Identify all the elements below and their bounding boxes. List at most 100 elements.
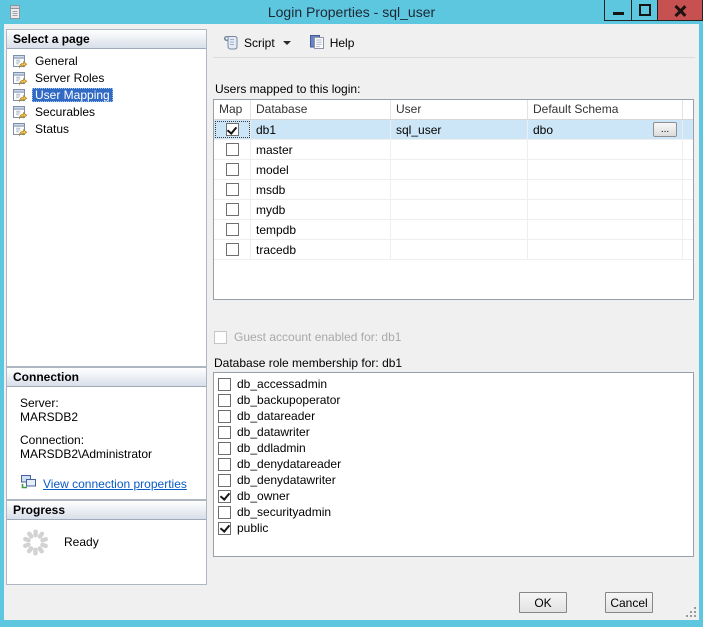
column-header-database[interactable]: Database	[251, 100, 391, 119]
role-checkbox[interactable]	[218, 425, 231, 439]
sidebar-item-securables[interactable]: Securables	[7, 103, 206, 120]
users-mapped-table: Map Database User Default Schema db1 sql_use…	[213, 99, 694, 300]
map-cell	[214, 200, 251, 219]
close-icon	[674, 4, 687, 17]
table-row-tempdb[interactable]: tempdb	[214, 220, 693, 240]
table-body: db1 sql_user dbo... master model msdb mydb temp…	[214, 120, 693, 260]
role-item-db-datareader[interactable]: db_datareader	[218, 408, 693, 424]
role-checkbox[interactable]	[218, 505, 231, 519]
maximize-button[interactable]	[632, 0, 658, 21]
role-checkbox[interactable]	[218, 377, 231, 391]
table-row-msdb[interactable]: msdb	[214, 180, 693, 200]
map-checkbox[interactable]	[225, 223, 239, 236]
sidebar-item-label: Securables	[35, 104, 96, 119]
user-cell: sql_user	[391, 120, 528, 139]
map-checkbox[interactable]	[225, 163, 239, 176]
progress-spinner-icon	[21, 528, 50, 562]
sidebar-item-user-mapping[interactable]: User Mapping	[7, 86, 206, 103]
progress-panel: Progress Ready	[6, 500, 207, 585]
sidebar-item-label: General	[35, 53, 78, 68]
connection-panel: Connection Server: MARSDB2 Connection: M…	[6, 367, 207, 500]
table-row-db1[interactable]: db1 sql_user dbo...	[214, 120, 693, 140]
role-item-db-owner[interactable]: db_owner	[218, 488, 693, 504]
sidebar-item-server-roles[interactable]: Server Roles	[7, 69, 206, 86]
role-label: db_owner	[237, 489, 290, 503]
user-cell	[391, 160, 528, 179]
table-row-tracedb[interactable]: tracedb	[214, 240, 693, 260]
role-item-db-ddladmin[interactable]: db_ddladmin	[218, 440, 693, 456]
table-header-row: Map Database User Default Schema	[214, 100, 693, 120]
role-item-public[interactable]: public	[218, 520, 693, 536]
maximize-icon	[638, 4, 651, 16]
default-schema-cell	[528, 240, 683, 259]
table-row-mydb[interactable]: mydb	[214, 200, 693, 220]
page-icon	[12, 104, 28, 120]
table-row-model[interactable]: model	[214, 160, 693, 180]
map-checkbox[interactable]	[225, 243, 239, 256]
role-checkbox[interactable]	[218, 489, 231, 503]
connection-body: Server: MARSDB2 Connection: MARSDB2\Admi…	[7, 387, 206, 493]
role-item-db-accessadmin[interactable]: db_accessadmin	[218, 376, 693, 392]
column-header-map[interactable]: Map	[214, 100, 251, 119]
database-cell: msdb	[251, 180, 391, 199]
connection-properties-icon	[20, 474, 37, 493]
script-button-label: Script	[244, 36, 275, 50]
connection-value: MARSDB2\Administrator	[20, 447, 153, 461]
help-button-label: Help	[329, 36, 355, 50]
map-checkbox[interactable]	[225, 143, 239, 156]
ok-button[interactable]: OK	[519, 592, 567, 613]
browse-button[interactable]: ...	[653, 122, 677, 137]
resize-grip[interactable]	[683, 604, 697, 618]
page-icon	[12, 53, 28, 69]
help-icon	[309, 34, 325, 53]
user-cell	[391, 200, 528, 219]
connection-header: Connection	[7, 368, 206, 387]
minimize-button[interactable]	[604, 0, 632, 21]
close-button[interactable]	[658, 0, 703, 21]
role-item-db-denydatawriter[interactable]: db_denydatawriter	[218, 472, 693, 488]
sidebar-item-general[interactable]: General	[7, 52, 206, 69]
server-value: MARSDB2	[20, 410, 79, 424]
default-schema-cell: dbo...	[528, 120, 683, 139]
role-membership-label: Database role membership for: db1	[214, 356, 403, 370]
users-mapped-label: Users mapped to this login:	[215, 82, 361, 96]
guest-account-checkbox	[214, 330, 227, 344]
role-label: db_ddladmin	[237, 441, 306, 455]
map-checkbox[interactable]	[225, 183, 239, 196]
default-schema-cell	[528, 220, 683, 239]
cancel-button[interactable]: Cancel	[605, 592, 653, 613]
window-controls	[604, 0, 703, 21]
sidebar-item-status[interactable]: Status	[7, 120, 206, 137]
view-connection-properties-link[interactable]: View connection properties	[20, 474, 206, 493]
role-label: public	[237, 521, 269, 535]
role-checkbox[interactable]	[218, 473, 231, 487]
map-checkbox[interactable]	[225, 123, 239, 136]
user-cell	[391, 240, 528, 259]
role-checkbox[interactable]	[218, 521, 231, 535]
role-item-db-backupoperator[interactable]: db_backupoperator	[218, 392, 693, 408]
page-icon	[12, 121, 28, 137]
help-button[interactable]: Help	[305, 32, 359, 55]
column-header-default-schema[interactable]: Default Schema	[528, 100, 683, 119]
sidebar-item-label: User Mapping	[32, 87, 113, 102]
map-checkbox[interactable]	[225, 203, 239, 216]
filler-cell	[683, 220, 693, 239]
map-cell	[214, 180, 251, 199]
table-row-master[interactable]: master	[214, 140, 693, 160]
default-schema-cell	[528, 200, 683, 219]
column-header-user[interactable]: User	[391, 100, 528, 119]
role-checkbox[interactable]	[218, 393, 231, 407]
role-checkbox[interactable]	[218, 409, 231, 423]
role-item-db-securityadmin[interactable]: db_securityadmin	[218, 504, 693, 520]
role-checkbox[interactable]	[218, 441, 231, 455]
script-button[interactable]: Script	[218, 32, 295, 55]
role-item-db-denydatareader[interactable]: db_denydatareader	[218, 456, 693, 472]
database-cell: tempdb	[251, 220, 391, 239]
map-cell	[214, 220, 251, 239]
filler-cell	[683, 140, 693, 159]
role-item-db-datawriter[interactable]: db_datawriter	[218, 424, 693, 440]
page-icon	[12, 70, 28, 86]
filler-cell	[683, 180, 693, 199]
role-label: db_backupoperator	[237, 393, 341, 407]
role-checkbox[interactable]	[218, 457, 231, 471]
